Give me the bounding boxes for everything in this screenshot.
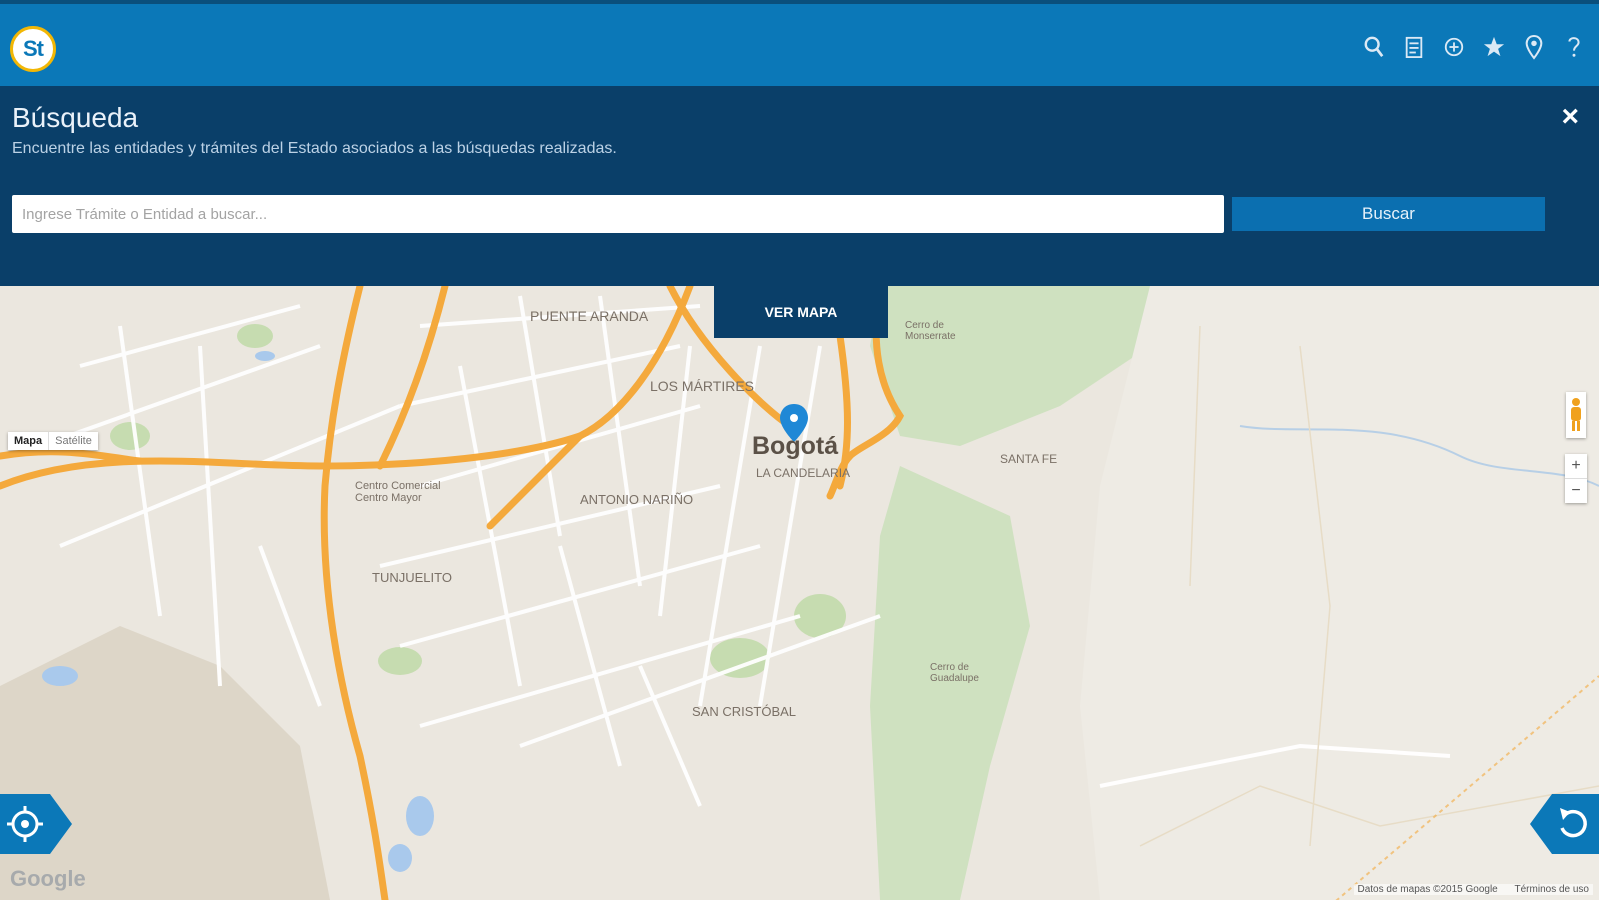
map-place-label: ANTONIO NARIÑO: [580, 492, 694, 507]
map-place-label: TUNJUELITO: [372, 570, 452, 585]
ver-mapa-button[interactable]: VER MAPA: [714, 286, 888, 338]
map-place-label: SANTA FE: [1000, 452, 1058, 466]
search-icon[interactable]: [1363, 30, 1385, 64]
panel-subtitle: Encuentre las entidades y trámites del E…: [12, 140, 617, 157]
search-panel: Búsqueda Encuentre las entidades y trámi…: [0, 86, 1599, 286]
map-base-layer: [0, 286, 1599, 900]
locate-me-button[interactable]: [0, 794, 72, 854]
map-place-label: Cerro de Guadalupe: [930, 662, 979, 684]
zoom-in-button[interactable]: +: [1565, 454, 1587, 478]
pegman-icon[interactable]: [1566, 392, 1586, 438]
location-pin-icon[interactable]: [1523, 30, 1545, 64]
map-place-label: LOS MÁRTIRES: [650, 378, 754, 394]
star-icon[interactable]: [1483, 30, 1505, 64]
logo-text: St: [23, 36, 44, 61]
map-canvas[interactable]: PUENTE ARANDA LOS MÁRTIRES LA CANDELARIA…: [0, 286, 1599, 900]
zoom-out-button[interactable]: −: [1565, 478, 1587, 503]
map-place-label: Cerro de Monserrate: [905, 320, 956, 342]
crosshair-icon: [0, 794, 72, 854]
map-type-map[interactable]: Mapa: [8, 432, 48, 450]
close-button[interactable]: ×: [1561, 100, 1579, 134]
document-icon[interactable]: [1403, 30, 1425, 64]
zoom-control: + −: [1565, 454, 1587, 503]
terms-link[interactable]: Términos de uso: [1515, 884, 1589, 895]
search-button[interactable]: Buscar: [1232, 197, 1545, 231]
panel-title: Búsqueda: [12, 102, 139, 133]
map-place-label: PUENTE ARANDA: [530, 308, 649, 324]
attribution-data: Datos de mapas ©2015 Google: [1357, 884, 1498, 895]
map-place-label: LA CANDELARIA: [756, 466, 851, 480]
map-place-label: SAN CRISTÓBAL: [692, 704, 797, 719]
search-input[interactable]: [12, 195, 1224, 233]
map-place-label: Centro Comercial Centro Mayor: [355, 480, 441, 504]
map-type-switch: Mapa Satélite: [8, 432, 98, 450]
map-type-satellite[interactable]: Satélite: [48, 432, 98, 450]
map-attribution: Datos de mapas ©2015 Google Términos de …: [1353, 884, 1593, 895]
city-label: Bogotá: [752, 432, 839, 460]
header-toolbar: [1363, 30, 1585, 64]
app-logo[interactable]: St: [10, 26, 56, 72]
refresh-button[interactable]: [1530, 794, 1599, 854]
google-logo: Google: [10, 866, 86, 891]
plus-icon[interactable]: [1443, 30, 1465, 64]
app-header: St: [0, 0, 1599, 86]
refresh-icon: [1530, 794, 1599, 854]
help-icon[interactable]: [1563, 30, 1585, 64]
